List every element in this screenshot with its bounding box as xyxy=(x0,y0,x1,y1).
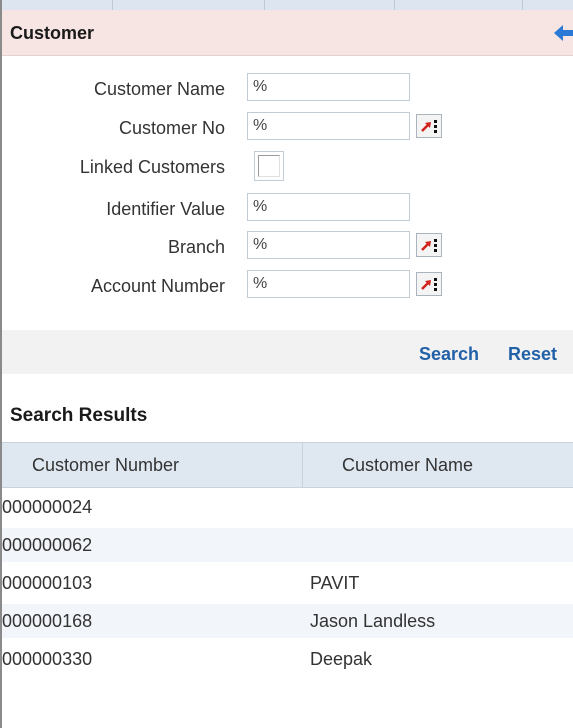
customer-number-cell: 000000168 xyxy=(2,611,93,631)
column-header-customer-number[interactable]: Customer Number xyxy=(32,455,179,476)
results-table-header: Customer Number Customer Name xyxy=(2,442,573,488)
lov-list-icon[interactable] xyxy=(416,114,442,138)
table-row[interactable]: 000000062 xyxy=(2,528,573,562)
customer-name-cell: Jason Landless xyxy=(310,611,436,631)
table-row[interactable]: 000000103 PAVIT xyxy=(2,566,573,600)
table-row[interactable]: 000000024 xyxy=(2,490,573,524)
search-results-title: Search Results xyxy=(10,405,148,426)
customer-number-cell: 000000062 xyxy=(2,535,93,555)
lov-list-icon[interactable] xyxy=(416,272,442,296)
checkbox-box xyxy=(258,155,280,177)
branch-input[interactable] xyxy=(247,231,410,259)
column-header-customer-name[interactable]: Customer Name xyxy=(342,455,473,476)
customer-number-cell: 000000103 xyxy=(2,573,93,593)
linked-customers-label: Linked Customers xyxy=(79,157,225,177)
identifier-value-input[interactable] xyxy=(247,193,410,221)
lov-list-icon[interactable] xyxy=(416,233,442,257)
branch-row: Branch xyxy=(0,231,573,263)
reset-link[interactable]: Reset xyxy=(508,344,557,365)
account-number-label: Account Number xyxy=(90,276,225,296)
linked-customers-checkbox[interactable] xyxy=(254,151,284,181)
customer-name-cell: PAVIT xyxy=(310,573,360,593)
table-row[interactable]: 000000168 Jason Landless xyxy=(2,604,573,638)
customer-name-label: Customer Name xyxy=(93,79,225,99)
table-row[interactable]: 000000330 Deepak xyxy=(2,642,573,676)
top-tab-strip xyxy=(2,0,573,10)
search-link[interactable]: Search xyxy=(419,344,479,365)
customer-number-cell: 000000024 xyxy=(2,497,93,517)
branch-label: Branch xyxy=(167,237,225,257)
customer-name-row: Customer Name xyxy=(0,73,573,105)
linked-customers-row: Linked Customers xyxy=(0,151,573,183)
panel-header: Customer xyxy=(2,10,573,56)
column-divider xyxy=(302,443,303,487)
customer-no-row: Customer No xyxy=(0,112,573,144)
customer-no-label: Customer No xyxy=(118,118,225,138)
customer-number-cell: 000000330 xyxy=(2,649,93,669)
panel-title: Customer xyxy=(10,23,95,43)
customer-name-cell: Deepak xyxy=(310,649,373,669)
account-number-input[interactable] xyxy=(247,270,410,298)
back-arrow-icon[interactable] xyxy=(552,23,573,43)
customer-name-input[interactable] xyxy=(247,73,410,101)
customer-no-input[interactable] xyxy=(247,112,410,140)
action-bar: Search Reset xyxy=(2,330,573,374)
identifier-value-label: Identifier Value xyxy=(106,199,225,219)
account-number-row: Account Number xyxy=(0,270,573,302)
identifier-value-row: Identifier Value xyxy=(0,193,573,225)
